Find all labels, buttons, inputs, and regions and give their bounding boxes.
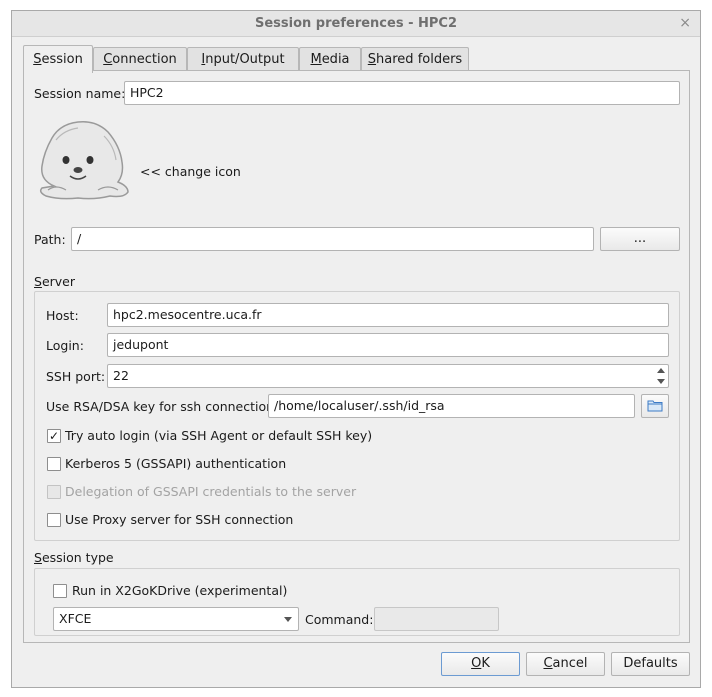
ok-button[interactable]: OK [441,652,520,676]
tab-connection-mnemonic: C [103,52,113,67]
ssh-key-browse-button[interactable] [641,394,669,418]
ssh-port-label: SSH port: [46,369,106,384]
folder-icon [647,400,663,412]
server-group: Host: hpc2.mesocentre.uca.fr Login: jedu… [34,291,680,541]
server-group-mnemonic: S [34,274,42,289]
spin-up-icon[interactable] [655,365,667,376]
tab-shared-folders-mnemonic: S [367,52,377,67]
command-label: Command: [305,612,374,627]
session-type-label: ession type [41,550,114,565]
defaults-button[interactable]: Defaults [611,652,690,676]
session-name-label: Session name: [34,86,126,101]
spin-down-icon[interactable] [655,376,667,387]
login-label: Login: [46,338,84,353]
cancel-label: ancel [552,656,588,671]
tab-media-label: edia [321,52,350,67]
kerberos-label[interactable]: Kerberos 5 (GSSAPI) authentication [65,456,286,471]
session-type-value: XFCE [59,611,92,626]
kerberos-checkbox[interactable] [47,457,61,471]
change-icon-link[interactable]: << change icon [140,164,241,179]
ssh-port-spinbox[interactable]: 22 [107,364,669,388]
auto-login-label[interactable]: Try auto login (via SSH Agent or default… [65,428,372,443]
path-input[interactable]: / [71,227,594,251]
session-type-mnemonic: S [34,550,42,565]
tab-input-output[interactable]: Input/Output [187,47,299,72]
cancel-button[interactable]: Cancel [526,652,605,676]
gssapi-delegation-checkbox [47,485,61,499]
tab-media[interactable]: Media [299,47,361,72]
tab-connection[interactable]: Connection [93,47,187,72]
proxy-checkbox[interactable] [47,513,61,527]
tab-input-output-label: nput/Output [205,52,285,67]
session-type-group-title: Session type [34,550,114,565]
x2gokdrive-label[interactable]: Run in X2GoKDrive (experimental) [72,583,287,598]
path-label: Path: [34,232,66,247]
host-label: Host: [46,308,79,323]
ssh-port-value: 22 [113,368,129,383]
session-preferences-window: Session preferences - HPC2 × Session Con… [11,10,701,688]
session-name-input[interactable]: HPC2 [124,81,680,105]
path-browse-button[interactable]: ... [600,227,680,251]
seal-icon[interactable] [34,116,134,204]
ssh-key-input[interactable]: /home/localuser/.ssh/id_rsa [268,394,635,418]
ok-label: K [481,656,490,671]
close-icon[interactable]: × [679,15,691,31]
tab-connection-label: onnection [112,52,177,67]
tab-session-label: ession [41,52,83,67]
session-type-group: Run in X2GoKDrive (experimental) XFCE Co… [34,568,680,636]
cancel-mnemonic: C [543,656,553,671]
session-tab-panel: Session name: HPC2 << change icon Path: … [23,70,690,643]
tab-shared-folders[interactable]: Shared folders [361,47,469,72]
x2gokdrive-checkbox[interactable] [53,584,67,598]
window-title: Session preferences - HPC2 [254,16,457,31]
login-input[interactable]: jedupont [107,333,669,357]
chevron-down-icon [284,617,292,622]
server-group-label: erver [41,274,75,289]
ssh-key-label: Use RSA/DSA key for ssh connection: [46,399,279,414]
tab-shared-folders-label: hared folders [376,52,463,67]
tab-session[interactable]: Session [23,45,93,73]
command-input [374,607,499,631]
title-bar[interactable]: Session preferences - HPC2 × [12,11,700,37]
tab-media-mnemonic: M [310,52,322,67]
host-input[interactable]: hpc2.mesocentre.uca.fr [107,303,669,327]
session-type-combo[interactable]: XFCE [53,607,299,631]
gssapi-delegation-label: Delegation of GSSAPI credentials to the … [65,484,357,499]
auto-login-checkbox[interactable]: ✓ [47,429,61,443]
proxy-label[interactable]: Use Proxy server for SSH connection [65,512,293,527]
server-group-title: Server [34,274,75,289]
ok-mnemonic: O [471,656,482,671]
